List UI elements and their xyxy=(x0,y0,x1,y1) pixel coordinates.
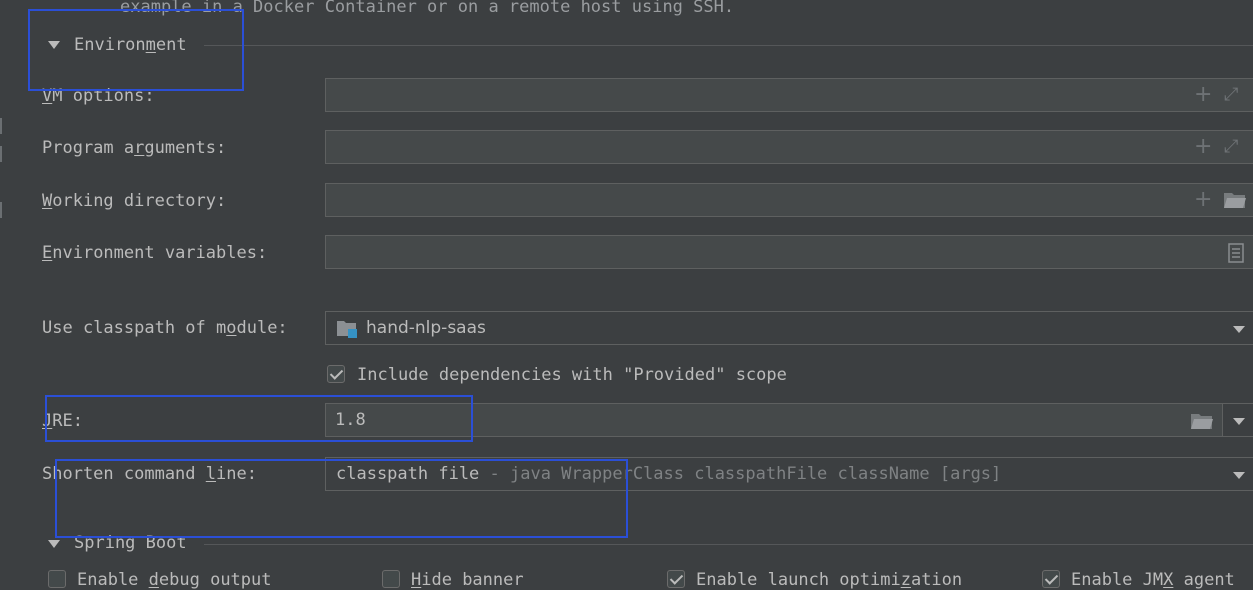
document-icon[interactable] xyxy=(1228,243,1244,267)
environment-variables-field[interactable] xyxy=(325,235,1253,269)
enable-jmx-agent-label: Enable JMX agent xyxy=(1071,570,1235,590)
hide-banner-checkbox[interactable] xyxy=(382,570,400,588)
enable-launch-optimization-label: Enable launch optimization xyxy=(696,570,963,590)
program-arguments-field[interactable]: + ⤢ xyxy=(325,130,1253,164)
folder-icon[interactable] xyxy=(1190,411,1214,435)
chevron-down-icon[interactable] xyxy=(1233,418,1245,425)
enable-debug-output-checkbox[interactable] xyxy=(48,570,66,588)
gutter-marker xyxy=(0,118,2,134)
chevron-down-icon[interactable] xyxy=(1233,472,1245,479)
highlight-box-shorten-command xyxy=(55,459,628,538)
section-divider xyxy=(204,45,1253,46)
chevron-down-icon[interactable] xyxy=(1233,326,1245,333)
plus-icon[interactable]: + xyxy=(1194,84,1212,106)
include-dependencies-label: Include dependencies with "Provided" sco… xyxy=(357,365,787,385)
working-directory-field[interactable]: + xyxy=(325,183,1253,217)
expand-icon[interactable]: ⤢ xyxy=(1224,138,1238,156)
enable-launch-optimization-checkbox[interactable] xyxy=(667,570,685,588)
section-divider xyxy=(204,544,1253,545)
include-dependencies-checkbox[interactable] xyxy=(327,365,345,383)
hide-banner-label: Hide banner xyxy=(411,570,524,590)
program-arguments-label: Program arguments: xyxy=(42,138,227,158)
plus-icon[interactable]: + xyxy=(1194,136,1212,158)
folder-icon[interactable] xyxy=(1223,190,1247,214)
module-folder-icon xyxy=(336,319,358,343)
enable-debug-output-label: Enable debug output xyxy=(77,570,272,590)
gutter-marker xyxy=(0,146,2,162)
enable-jmx-agent-checkbox[interactable] xyxy=(1042,570,1060,588)
classpath-module-dropdown[interactable]: hand-nlp-saas xyxy=(325,311,1253,345)
plus-icon[interactable]: + xyxy=(1194,189,1212,211)
classpath-module-value: hand-nlp-saas xyxy=(366,318,486,338)
collapse-triangle-icon[interactable] xyxy=(48,540,60,548)
left-gutter xyxy=(0,0,30,590)
expand-icon[interactable]: ⤢ xyxy=(1224,86,1238,104)
vm-options-field[interactable]: + ⤢ xyxy=(325,78,1253,112)
environment-variables-label: Environment variables: xyxy=(42,243,268,263)
working-directory-label: Working directory: xyxy=(42,191,227,211)
classpath-module-label: Use classpath of module: xyxy=(42,318,288,338)
gutter-marker xyxy=(0,202,2,218)
highlight-box-environment xyxy=(28,9,244,91)
jre-dropdown-button[interactable] xyxy=(1223,403,1253,437)
highlight-box-jre xyxy=(45,395,473,442)
